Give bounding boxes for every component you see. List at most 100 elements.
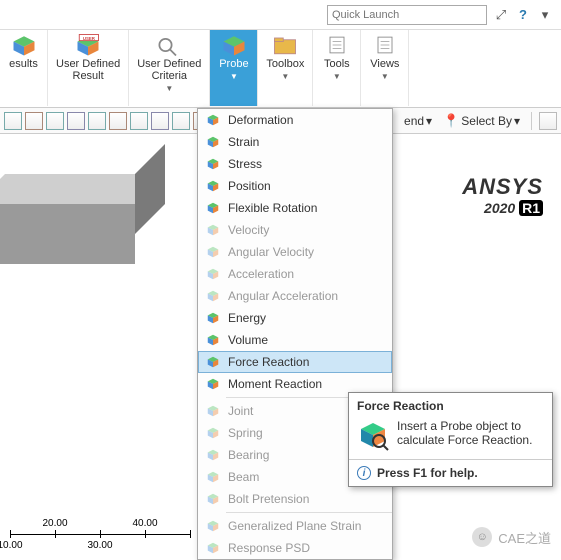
probe-dropdown-menu: Deformation Strain Stress Position Flexi… [197,108,393,560]
end-dropdown[interactable]: end ▾ [400,114,436,128]
chevron-down-icon: ▾ [514,114,520,128]
tool-btn[interactable] [172,112,190,130]
tool-btn[interactable] [151,112,169,130]
menu-item-label: Force Reaction [228,355,309,369]
ribbon-label: Views [370,58,399,70]
probe-cube-icon [204,266,222,282]
separator [349,459,552,460]
pin-icon: 📍 [443,113,459,129]
menu-item-label: Bolt Pretension [228,492,309,506]
quick-launch-input[interactable] [327,5,487,25]
title-bar: ⤢ ? ▾ [0,0,561,30]
tool-btn[interactable] [109,112,127,130]
probe-cube-icon [204,200,222,216]
ribbon-esults[interactable]: esults [0,30,48,106]
menu-item-volume[interactable]: Volume [198,329,392,351]
menu-item-label: Angular Velocity [228,245,314,259]
tool-btn[interactable] [67,112,85,130]
expand-icon[interactable]: ⤢ [493,7,509,23]
chevron-down-icon: ▼ [230,72,238,81]
probe-cube-icon [204,376,222,392]
menu-item-strain[interactable]: Strain [198,131,392,153]
probe-cube-icon [204,425,222,441]
tool-btn[interactable] [4,112,22,130]
menu-item-flexible-rotation[interactable]: Flexible Rotation [198,197,392,219]
menu-item-position[interactable]: Position [198,175,392,197]
ribbon-tools[interactable]: Tools ▼ [313,30,361,106]
help-icon[interactable]: ? [515,7,531,23]
page-icon [323,34,351,56]
menu-item-angular-acceleration: Angular Acceleration [198,285,392,307]
menu-item-deformation[interactable]: Deformation [198,109,392,131]
menu-item-label: Energy [228,311,266,325]
menu-item-label: Acceleration [228,267,294,281]
tool-btn[interactable] [130,112,148,130]
menu-item-label: Volume [228,333,268,347]
menu-item-energy[interactable]: Energy [198,307,392,329]
ruler-tick: 20.00 [42,518,67,529]
probe-cube-icon [204,288,222,304]
probe-cube-icon [204,540,222,556]
menu-item-label: Angular Acceleration [228,289,338,303]
ribbon-user-defined[interactable]: User Defined Criteria ▼ [129,30,210,106]
ribbon-label: Probe [219,58,248,70]
watermark-icon: ☺ [472,527,492,547]
probe-cube-icon [204,354,222,370]
menu-item-label: Bearing [228,448,269,462]
ribbon-views[interactable]: Views ▼ [361,30,409,106]
menu-item-angular-velocity: Angular Velocity [198,241,392,263]
probe-cube-icon [204,332,222,348]
ruler-tick: 10.00 [0,540,23,551]
menu-item-velocity: Velocity [198,219,392,241]
chevron-down-icon: ▾ [426,114,432,128]
select-by-dropdown[interactable]: 📍 Select By ▾ [439,113,524,129]
menu-item-stress[interactable]: Stress [198,153,392,175]
menu-item-label: Velocity [228,223,269,237]
chevron-down-icon[interactable]: ▾ [537,7,553,23]
probe-cube-icon [204,403,222,419]
folder-icon [271,34,299,56]
model-geometry[interactable] [0,174,170,274]
menu-item-generalized-plane-strain: Generalized Plane Strain [198,515,392,537]
watermark-text: CAE之道 [498,528,551,547]
ribbon-probe[interactable]: Probe ▼ [210,30,258,106]
ribbon-label: User Defined Criteria [137,58,201,82]
brand-logo: ANSYS 2020 R1 [462,174,543,216]
ribbon-toolbox[interactable]: Toolbox ▼ [258,30,313,106]
tool-btn[interactable] [88,112,106,130]
ribbon-label: Toolbox [266,58,304,70]
cube-user-icon: USER [74,34,102,56]
probe-cube-icon [204,112,222,128]
menu-item-label: Spring [228,426,263,440]
menu-item-acceleration: Acceleration [198,263,392,285]
menu-item-force-reaction[interactable]: Force Reaction [198,351,392,373]
page-icon [371,34,399,56]
ribbon-user-defined[interactable]: USER User Defined Result [48,30,129,106]
tool-btn[interactable] [25,112,43,130]
tool-btn[interactable] [46,112,64,130]
menu-item-label: Flexible Rotation [228,201,317,215]
brand-version: 2020 [484,200,519,216]
menu-item-response-psd: Response PSD [198,537,392,559]
menu-item-label: Joint [228,404,253,418]
tooltip-help: Press F1 for help. [377,466,478,480]
chevron-down-icon: ▼ [165,84,173,93]
menu-item-label: Position [228,179,271,193]
tool-btn[interactable] [539,112,557,130]
chevron-down-icon: ▼ [281,72,289,81]
tooltip-body: Insert a Probe object to calculate Force… [397,419,544,447]
svg-text:USER: USER [83,36,96,41]
ribbon: esults USER User Defined Result User Def… [0,30,561,108]
probe-cube-icon [204,447,222,463]
probe-cube-icon [204,178,222,194]
watermark: ☺ CAE之道 [472,527,551,547]
brand-name: ANSYS [462,174,543,200]
probe-cube-icon [204,244,222,260]
menu-item-label: Moment Reaction [228,377,322,391]
menu-item-label: Generalized Plane Strain [228,519,361,533]
menu-item-label: Deformation [228,113,293,127]
probe-cube-icon [204,491,222,507]
select-by-label: Select By [461,114,512,128]
probe-cube-icon [204,134,222,150]
menu-item-label: Strain [228,135,259,149]
